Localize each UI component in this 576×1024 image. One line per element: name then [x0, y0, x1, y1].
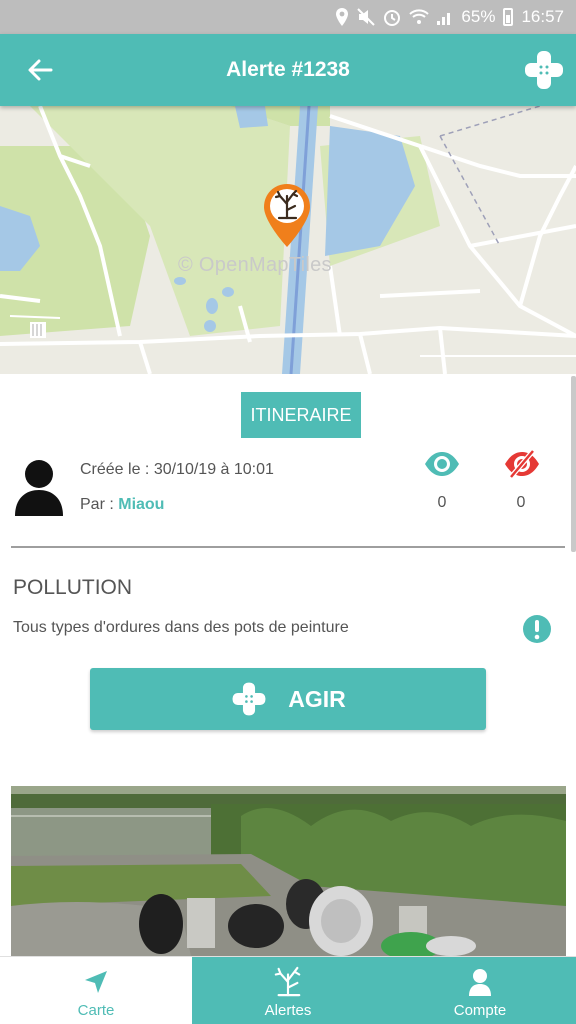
eye-slash-icon: [505, 449, 539, 479]
nav-label-alertes: Alertes: [264, 1002, 312, 1019]
divider: [11, 546, 565, 548]
nav-tab-carte[interactable]: Carte: [0, 957, 192, 1024]
bandage-cross-icon: [232, 682, 266, 716]
person-icon: [465, 967, 495, 997]
author-link[interactable]: Miaou: [118, 496, 164, 513]
back-button[interactable]: [22, 52, 58, 88]
alert-category: POLLUTION: [13, 576, 133, 599]
signal-icon: [437, 9, 453, 25]
map-view[interactable]: © OpenMapTiles: [0, 106, 576, 374]
alert-map-pin[interactable]: [262, 182, 312, 250]
agir-label: AGIR: [288, 685, 346, 712]
eye-icon: [425, 452, 459, 476]
battery-icon: [503, 8, 514, 26]
map-pin-icon: [264, 184, 310, 247]
nav-tab-compte[interactable]: Compte: [384, 957, 576, 1024]
clock: 16:57: [521, 7, 564, 26]
exclamation-icon: [523, 615, 551, 643]
avatar: [14, 458, 64, 516]
itinerary-button[interactable]: ITINERAIRE: [241, 392, 361, 438]
author-prefix: Par :: [80, 496, 119, 513]
photo-garbage-bags: [11, 786, 566, 956]
created-date: Créée le : 30/10/19 à 10:01: [80, 461, 274, 478]
not-seen-count: 0: [516, 494, 526, 511]
bandage-cross-button[interactable]: [522, 48, 566, 92]
mute-icon: [357, 8, 376, 26]
bandage-cross-icon: [525, 51, 563, 89]
wifi-icon: [409, 9, 430, 25]
location-icon: [335, 8, 349, 26]
status-bar: 65% 16:57: [0, 0, 576, 34]
seen-count: 0: [437, 494, 447, 511]
seen-button[interactable]: [423, 450, 461, 478]
alert-description: Tous types d'ordures dans des pots de pe…: [13, 619, 349, 636]
agir-button[interactable]: AGIR: [90, 668, 486, 730]
nav-label-carte: Carte: [77, 1002, 115, 1019]
arrow-left-icon: [28, 59, 53, 81]
scrollbar[interactable]: [571, 376, 576, 552]
page-title: Alerte #1238: [226, 58, 350, 81]
person-icon: [15, 460, 63, 516]
navigation-arrow-icon: [81, 967, 111, 997]
nav-label-compte: Compte: [453, 1002, 507, 1019]
battery-percent: 65%: [461, 7, 496, 26]
not-seen-button[interactable]: [503, 449, 541, 479]
bottom-navigation: Carte Alertes Compte: [0, 956, 576, 1024]
report-button[interactable]: [522, 614, 552, 644]
alert-photo[interactable]: [11, 786, 566, 956]
alarm-icon: [383, 8, 401, 26]
author-line: Par : Miaou: [80, 496, 164, 514]
map-attribution: © OpenMapTiles: [178, 254, 332, 276]
app-bar: Alerte #1238: [0, 34, 576, 106]
nav-tab-alertes[interactable]: Alertes: [192, 957, 384, 1024]
dead-tree-icon: [273, 966, 303, 997]
